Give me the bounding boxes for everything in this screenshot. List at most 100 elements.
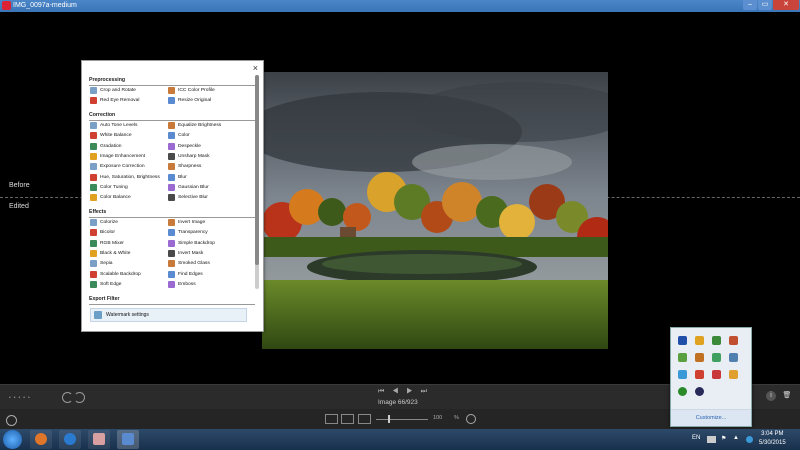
section-preprocessing: Preprocessing	[89, 77, 126, 83]
filter-item[interactable]: Auto Tone Levels	[90, 121, 137, 130]
filter-label: Emboss	[178, 281, 196, 287]
filter-icon	[168, 142, 175, 150]
time: 3:04 PM	[761, 431, 784, 437]
filter-label: Color Balance	[100, 195, 131, 201]
filter-icon	[90, 249, 97, 257]
filter-label: White Balance	[100, 133, 132, 139]
zoom-slider-knob[interactable]	[388, 415, 390, 423]
filter-item[interactable]: Sepia	[90, 259, 113, 268]
filter-item[interactable]: Resize Original	[168, 96, 211, 105]
filter-item[interactable]: Invert Mask	[168, 249, 203, 258]
view-fit-icon[interactable]	[341, 414, 354, 424]
filter-icon	[90, 239, 97, 247]
taskbar-image-viewer[interactable]	[117, 430, 139, 449]
taskbar: EN ⚑ ▲ 3:04 PM 5/30/2015	[0, 429, 800, 450]
bluetooth-icon[interactable]	[678, 336, 687, 345]
warning-icon[interactable]	[729, 370, 738, 379]
view-single-icon[interactable]	[325, 414, 338, 424]
filter-icon	[90, 152, 97, 160]
filter-item[interactable]: Find Edges	[168, 270, 203, 279]
taskbar-ccleaner[interactable]	[59, 430, 81, 449]
show-hidden-icons[interactable]: ▲	[733, 435, 739, 441]
filter-item[interactable]: ICC Color Profile	[168, 86, 215, 95]
filter-item[interactable]: Black & White	[90, 249, 130, 258]
panel-scrollbar[interactable]	[255, 75, 259, 289]
filter-item[interactable]: Unsharp Mask	[168, 152, 210, 161]
filter-item[interactable]: Exposure Correction	[90, 162, 145, 171]
filter-item[interactable]: Scalable Backdrop	[90, 270, 141, 279]
watermark-settings-item[interactable]: Watermark settings	[90, 308, 247, 322]
keyboard-icon[interactable]	[707, 436, 716, 443]
filter-item[interactable]: Red Eye Removal	[90, 96, 139, 105]
filter-item[interactable]: Equalize Brightness	[168, 121, 221, 130]
filter-item[interactable]: RGB Mixer	[90, 239, 124, 248]
filter-item[interactable]: Bicolor	[90, 228, 115, 237]
filter-item[interactable]: Color Tuning	[90, 183, 128, 192]
filter-item[interactable]: Transparency	[168, 228, 208, 237]
slideshow-play-icon[interactable]	[6, 415, 17, 426]
viewer-icon	[122, 433, 134, 445]
filter-icon	[168, 183, 175, 191]
rotate-left-icon[interactable]	[62, 392, 73, 403]
taskbar-photo-app[interactable]	[88, 430, 110, 449]
filter-label: Auto Tone Levels	[100, 123, 138, 128]
camera-icon[interactable]	[712, 370, 721, 379]
filter-item[interactable]: Despeckle	[168, 142, 201, 151]
filter-item[interactable]: Gaussian Blur	[168, 183, 209, 192]
filter-item[interactable]: Colorize	[90, 218, 118, 227]
filter-item[interactable]: Selective Blur	[168, 193, 208, 202]
sync-icon[interactable]	[678, 387, 687, 396]
app-tray-icon[interactable]	[695, 336, 704, 345]
filter-item[interactable]: Sharpness	[168, 162, 201, 171]
start-button[interactable]	[3, 430, 22, 449]
download-icon[interactable]	[712, 353, 721, 362]
security-icon[interactable]	[695, 353, 704, 362]
language-indicator[interactable]: EN	[692, 435, 700, 441]
filter-item[interactable]: Gradation	[90, 142, 121, 151]
filter-item[interactable]: Color	[168, 131, 190, 140]
filter-icon	[168, 152, 175, 160]
info-icon[interactable]: i	[766, 391, 776, 401]
disk-icon[interactable]	[695, 387, 704, 396]
filter-item[interactable]: Hue, Saturation, Brightness	[90, 173, 160, 182]
zoom-icon[interactable]	[466, 414, 476, 424]
panel-close-icon[interactable]: ×	[253, 63, 258, 73]
filter-icon	[168, 132, 175, 140]
cloud-icon[interactable]	[678, 370, 687, 379]
trash-icon[interactable]: 🗑	[782, 391, 792, 401]
filter-item[interactable]: Smoked Glass	[168, 259, 210, 268]
filter-item[interactable]: Color Balance	[90, 193, 131, 202]
volume-icon[interactable]	[729, 336, 738, 345]
filter-label: Sharpness	[178, 164, 202, 170]
maximize-button[interactable]: ▭	[758, 0, 772, 10]
filter-label: Image Enhancement	[100, 153, 146, 159]
filter-item[interactable]: Emboss	[168, 280, 196, 289]
filter-item[interactable]: Invert Image	[168, 218, 205, 227]
watermark-label: Watermark settings	[106, 312, 149, 318]
flag-icon[interactable]: ⚑	[721, 435, 726, 442]
customize-link[interactable]: Customize...	[671, 409, 751, 426]
navigation-buttons[interactable]: ⏮ ◀ ▶ ⏭	[378, 388, 430, 396]
signal-icon[interactable]	[729, 353, 738, 362]
filter-label: Resize Original	[178, 98, 212, 104]
network-icon[interactable]	[712, 336, 721, 345]
app-icon	[2, 1, 11, 10]
app-tray-icon[interactable]	[746, 436, 753, 443]
view-fullscreen-icon[interactable]	[358, 414, 371, 424]
filter-item[interactable]: Crop and Rotate	[90, 86, 136, 95]
chat-icon[interactable]	[678, 353, 687, 362]
minimize-button[interactable]: –	[743, 0, 757, 10]
rotate-right-icon[interactable]	[74, 392, 85, 403]
taskbar-firefox[interactable]	[30, 430, 52, 449]
filter-item[interactable]: Image Enhancement	[90, 152, 145, 161]
filter-item[interactable]: Blur	[168, 173, 187, 182]
filter-item[interactable]: Simple Backdrop	[168, 239, 215, 248]
rating-dots[interactable]: •••••	[9, 395, 33, 401]
filter-item[interactable]: White Balance	[90, 131, 132, 140]
clock[interactable]: 3:04 PM 5/30/2015	[759, 430, 786, 448]
filter-item[interactable]: Soft Edge	[90, 280, 121, 289]
close-button[interactable]: ✕	[773, 0, 799, 10]
media-icon[interactable]	[695, 370, 704, 379]
zoom-slider-track[interactable]	[376, 419, 428, 420]
filter-label: Red Eye Removal	[100, 98, 140, 104]
